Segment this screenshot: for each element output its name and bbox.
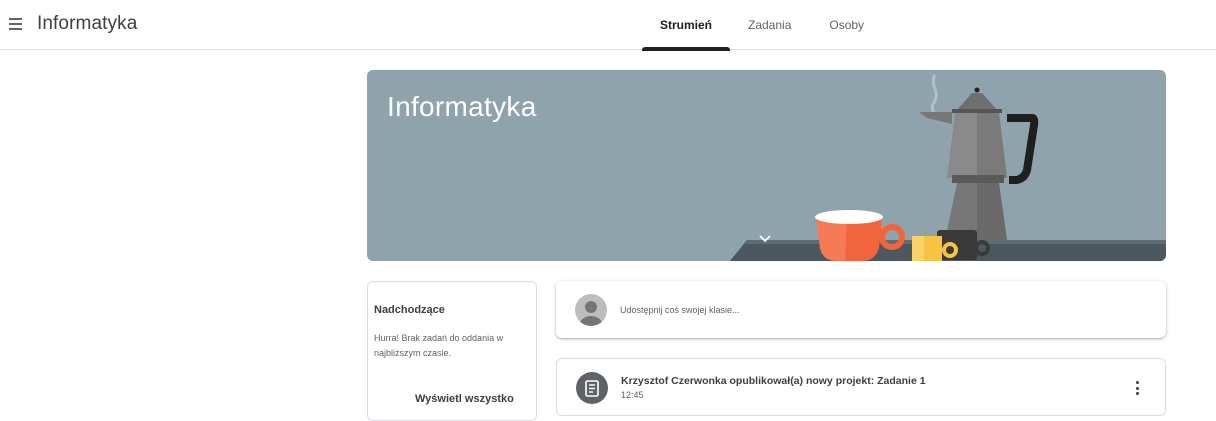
post-title: Krzysztof Czerwonka opublikował(a) nowy … [621, 375, 926, 387]
share-with-class-box[interactable]: Udostępnij coś swojej klasie... [556, 281, 1166, 338]
upcoming-card: Nadchodzące Hurra! Brak zadań do oddania… [367, 281, 537, 421]
banner-title: Informatyka [387, 91, 537, 122]
tab-people[interactable]: Osoby [829, 0, 864, 50]
class-title[interactable]: Informatyka [37, 13, 137, 35]
upcoming-title: Nadchodzące [374, 304, 445, 316]
chevron-down-icon[interactable] [757, 230, 773, 246]
post-time: 12:45 [621, 390, 644, 400]
top-app-bar: Informatyka Strumień Zadania Osoby [0, 0, 1216, 51]
tab-classwork[interactable]: Zadania [748, 0, 791, 50]
upcoming-empty-text: Hurra! Brak zadań do oddania w najbliższ… [374, 333, 504, 358]
avatar-icon [575, 294, 607, 326]
assignment-icon [576, 372, 608, 404]
share-placeholder: Udostępnij coś swojej klasie... [620, 305, 740, 315]
more-vert-icon[interactable] [1131, 379, 1143, 397]
tab-stream[interactable]: Strumień [642, 0, 730, 51]
stream-post[interactable]: Krzysztof Czerwonka opublikował(a) nowy … [556, 358, 1166, 416]
tab-bar: Strumień Zadania Osoby [642, 0, 864, 51]
menu-icon[interactable] [6, 13, 30, 37]
class-banner: Informatyka [367, 70, 1166, 261]
view-all-link[interactable]: Wyświetl wszystko [415, 393, 514, 405]
